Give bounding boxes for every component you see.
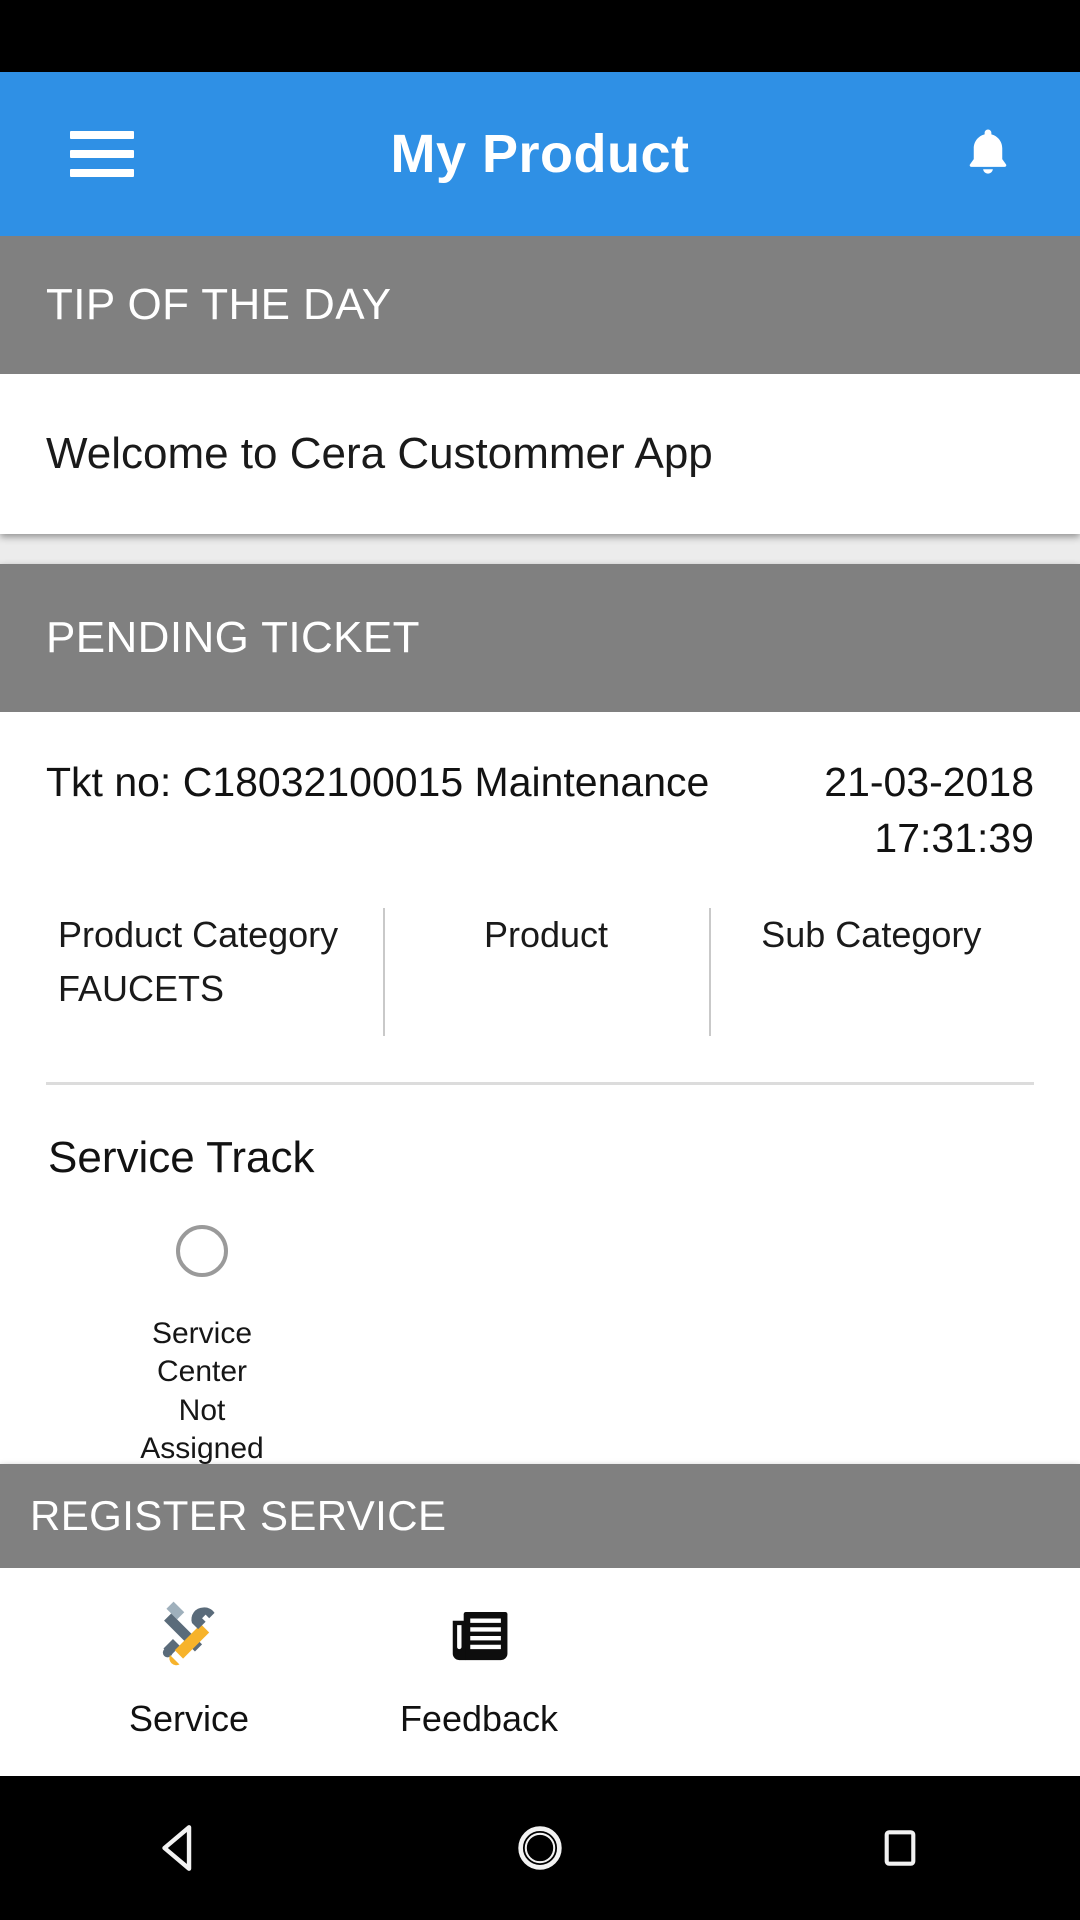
ticket-divider — [46, 1081, 1034, 1085]
tip-of-the-day-card: TIP OF THE DAY Welcome to Cera Custommer… — [0, 236, 1080, 534]
service-track-step-label-line1: Service Center — [151, 1316, 253, 1389]
hamburger-bar-1 — [70, 131, 134, 139]
hamburger-bar-3 — [70, 169, 134, 177]
tip-message: Welcome to Cera Custommer App — [46, 429, 713, 478]
system-navigation-bar — [0, 1776, 1080, 1920]
ticket-meta-row: Product Category FAUCETS Product Sub Cat… — [46, 907, 1034, 1036]
ticket-date: 21-03-2018 — [824, 759, 1034, 805]
meta-label: Product Category — [58, 913, 339, 955]
home-circle-icon[interactable] — [460, 1798, 620, 1898]
service-track-step-label: Service Center Not Assigned — [122, 1315, 282, 1469]
service-track-title: Service Track — [48, 1132, 315, 1182]
bell-icon[interactable] — [958, 123, 1018, 185]
hamburger-bar-2 — [70, 150, 134, 158]
pending-ticket-body: Tkt no: C18032100015 Maintenance 21-03-2… — [0, 712, 1080, 1468]
service-track-step: Service Center Not Assigned — [122, 1224, 282, 1469]
app-bar: My Product — [0, 72, 1080, 236]
pending-ticket-header-label: PENDING TICKET — [46, 613, 420, 662]
ticket-summary-row[interactable]: Tkt no: C18032100015 Maintenance 21-03-2… — [46, 712, 1034, 862]
hamburger-menu-icon[interactable] — [70, 131, 134, 177]
register-service-section-header: REGISTER SERVICE — [0, 1464, 1080, 1568]
pending-ticket-card: PENDING TICKET Tkt no: C18032100015 Main… — [0, 564, 1080, 1469]
tip-body: Welcome to Cera Custommer App — [0, 374, 1080, 534]
tip-section-header: TIP OF THE DAY — [0, 236, 1080, 374]
register-service-actions: Service Feedback — [0, 1568, 1080, 1776]
feedback-action-button[interactable]: Feedback — [334, 1594, 624, 1776]
ticket-time: 17:31:39 — [874, 814, 1034, 861]
meta-sub-category: Sub Category — [708, 907, 1034, 1036]
empty-circle-icon — [176, 1224, 228, 1277]
service-action-button[interactable]: Service — [44, 1594, 334, 1776]
meta-label: Product — [483, 913, 609, 955]
service-action-label: Service — [128, 1698, 250, 1739]
register-service-card: REGISTER SERVICE Service Feedback — [0, 1464, 1080, 1776]
tools-wrench-screwdriver-icon — [151, 1594, 227, 1678]
tip-section-header-label: TIP OF THE DAY — [46, 280, 392, 329]
meta-product-category: Product Category FAUCETS — [46, 908, 383, 1036]
phone-screen: My Product TIP OF THE DAY Welcome to Cer… — [0, 0, 1080, 1920]
service-track-step-label-line2: Not Assigned — [140, 1393, 264, 1465]
feedback-action-label: Feedback — [399, 1698, 559, 1739]
recents-square-icon[interactable] — [820, 1798, 980, 1898]
register-service-header-label: REGISTER SERVICE — [30, 1492, 447, 1539]
meta-label: Sub Category — [761, 913, 982, 955]
meta-product: Product — [383, 907, 708, 1036]
ticket-datetime: 21-03-2018 17:31:39 — [824, 759, 1034, 862]
content-scroll-area[interactable]: TIP OF THE DAY Welcome to Cera Custommer… — [0, 236, 1080, 1776]
page-title: My Product — [390, 124, 690, 184]
meta-value: FAUCETS — [58, 967, 225, 1009]
ticket-number-and-type: Tkt no: C18032100015 Maintenance — [46, 759, 710, 805]
back-triangle-icon[interactable] — [100, 1798, 260, 1898]
newspaper-document-icon — [444, 1594, 514, 1678]
pending-ticket-section-header: PENDING TICKET — [0, 564, 1080, 712]
service-track-steps: Service Center Not Assigned — [46, 1224, 1034, 1469]
system-status-bar — [0, 0, 1080, 72]
